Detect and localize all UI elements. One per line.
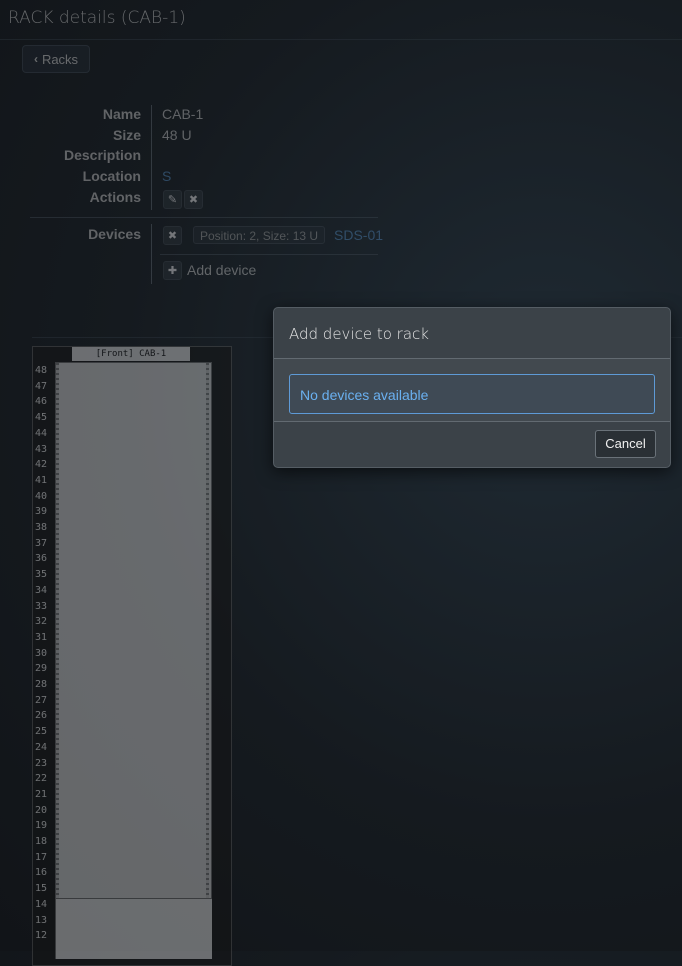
rack-unit-number: 31 — [35, 631, 48, 643]
rack-unit-number: 46 — [35, 396, 48, 408]
device-position-badge: Position: 2, Size: 13 U — [193, 226, 326, 244]
details-divider — [151, 105, 152, 210]
rack-unit-number: 34 — [35, 584, 48, 596]
name-label: Name — [102, 106, 141, 122]
add-device-button[interactable]: ✚ — [163, 261, 182, 280]
rack-unit-number: 21 — [35, 788, 48, 800]
size-label: Size — [112, 127, 141, 143]
rack-unit-number: 14 — [35, 898, 48, 910]
remove-device-button[interactable]: ✖ — [163, 226, 182, 245]
rack-unit-number: 19 — [35, 820, 48, 832]
location-link[interactable]: S — [162, 168, 171, 184]
rack-rail-right — [206, 363, 209, 898]
rack-unit-number: 27 — [35, 694, 48, 706]
rack-header: [Front] CAB-1 — [72, 347, 190, 361]
cancel-button[interactable]: Cancel — [595, 430, 656, 458]
device-row-divider — [160, 254, 378, 255]
rack-unit-number: 20 — [35, 804, 48, 816]
rack-unit-number: 38 — [35, 522, 48, 533]
back-button-label: Racks — [41, 51, 79, 67]
rack-unit-number: 42 — [35, 459, 48, 471]
rack-device-slot — [55, 899, 212, 959]
rack-unit-number: 41 — [35, 474, 48, 486]
rack-unit-number: 15 — [35, 883, 48, 895]
pencil-icon: ✎ — [167, 194, 178, 206]
rack-unit-number: 12 — [35, 930, 48, 942]
rack-unit-number: 39 — [35, 506, 48, 518]
modal-footer-divider — [274, 421, 670, 422]
rack-unit-number: 40 — [35, 490, 48, 502]
rack-unit-number: 13 — [35, 914, 48, 926]
delete-rack-button[interactable]: ✖ — [184, 190, 203, 209]
rack-unit-number: 22 — [35, 773, 48, 785]
rack-unit-number: 35 — [35, 569, 48, 581]
name-value: CAB-1 — [162, 106, 204, 122]
page-title: RACK details (CAB-1) — [8, 8, 186, 28]
add-device-modal: Add device to rack No devices available … — [273, 307, 671, 468]
rack-unit-number: 18 — [35, 836, 48, 847]
no-devices-message[interactable]: No devices available — [289, 374, 655, 414]
rack-unit-number: 45 — [35, 412, 48, 424]
close-icon: ✖ — [188, 194, 199, 206]
rack-rail-left — [56, 363, 59, 898]
rack-unit-number: 25 — [35, 726, 48, 738]
devices-divider — [151, 224, 152, 284]
rack-unit-number: 29 — [35, 663, 48, 675]
rack-unit-number: 16 — [35, 867, 48, 879]
rack-unit-number: 24 — [35, 741, 48, 753]
rack-unit-number: 30 — [35, 647, 48, 659]
add-device-label[interactable]: Add device — [187, 262, 256, 278]
title-divider — [0, 39, 682, 40]
chevron-left-icon: ‹ — [33, 52, 38, 66]
size-value: 48 U — [162, 127, 192, 143]
rack-unit-number: 23 — [35, 757, 48, 769]
rack-unit-number: 28 — [35, 679, 48, 690]
actions-label: Actions — [89, 189, 141, 205]
section-divider — [30, 217, 378, 218]
location-label: Location — [82, 168, 141, 184]
rack-unit-number: 37 — [35, 537, 48, 549]
rack-unit-number: 26 — [35, 710, 48, 722]
rack-unit-number: 44 — [35, 427, 48, 439]
close-icon: ✖ — [167, 230, 178, 242]
description-label: Description — [63, 147, 141, 163]
devices-label: Devices — [88, 226, 141, 242]
rack-unit-number: 48 — [35, 365, 48, 376]
device-link[interactable]: SDS-01 — [334, 227, 383, 243]
rack-unit-number: 47 — [35, 380, 48, 392]
edit-rack-button[interactable]: ✎ — [163, 190, 182, 209]
rack-unit-number: 32 — [35, 616, 48, 628]
rack-unit-number: 17 — [35, 851, 48, 863]
rack-empty-space — [55, 362, 212, 899]
rack-unit-number: 36 — [35, 553, 48, 565]
plus-icon: ✚ — [167, 265, 178, 277]
rack-unit-number: 33 — [35, 600, 48, 612]
back-to-racks-button[interactable]: ‹ Racks — [22, 45, 90, 73]
rack-unit-number: 43 — [35, 443, 48, 455]
modal-title: Add device to rack — [289, 325, 429, 343]
